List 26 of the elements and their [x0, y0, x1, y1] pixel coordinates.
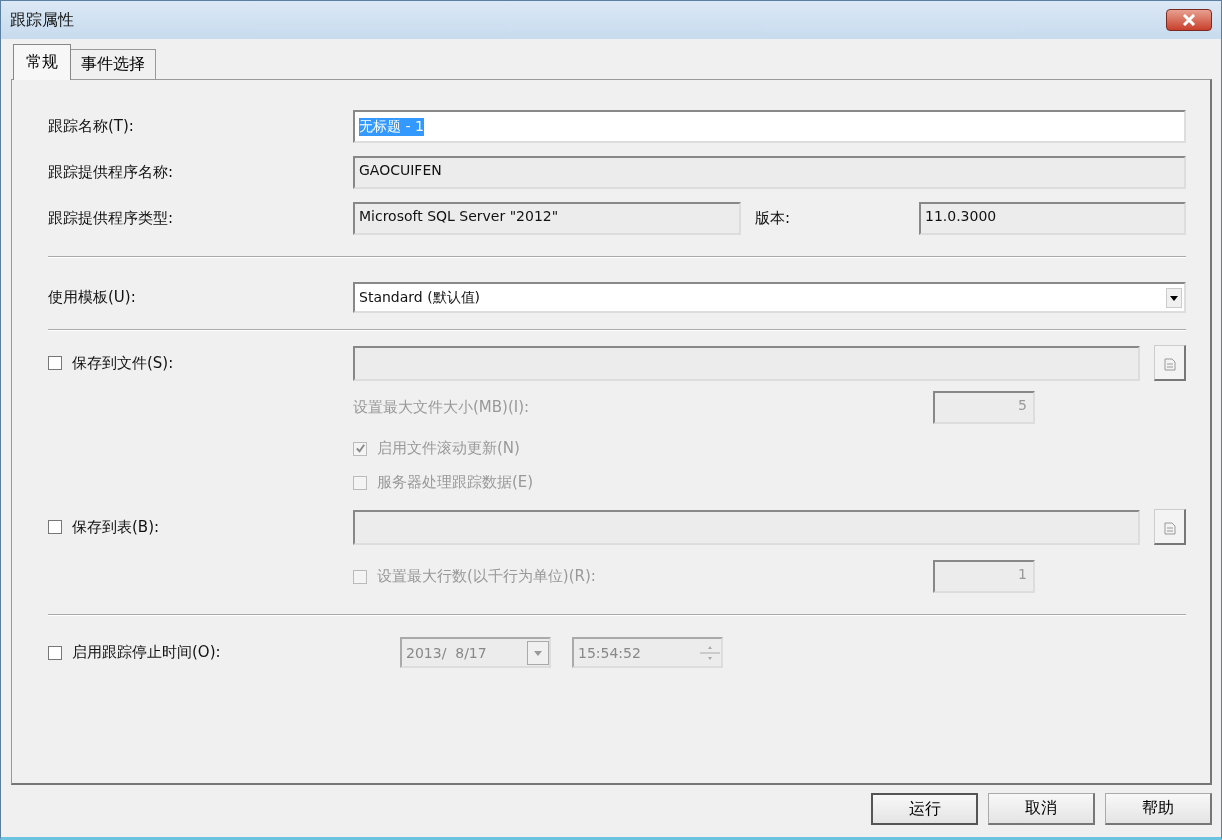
template-dropdown[interactable]: Standard (默认值) — [353, 282, 1186, 313]
field-label: 设置最大文件大小(MB)(I): — [353, 398, 531, 417]
checkbox[interactable]: 保存到文件(S): — [48, 353, 353, 373]
browse-button[interactable] — [1154, 345, 1186, 381]
field-label: 跟踪名称(T): — [48, 117, 135, 136]
checkbox[interactable]: 启用跟踪停止时间(O): — [48, 643, 400, 662]
tab[interactable]: 事件选择 — [70, 49, 156, 79]
close-button[interactable] — [1166, 9, 1212, 31]
browse-button[interactable] — [1154, 509, 1186, 545]
field-label: 版本: — [754, 209, 792, 228]
field-label: 使用模板(U): — [48, 288, 137, 307]
file-path-field[interactable] — [353, 345, 1140, 381]
checkbox[interactable]: 保存到表(B): — [48, 517, 353, 537]
provider-name-field[interactable]: GAOCUIFEN — [353, 156, 1186, 189]
checkmark-icon — [354, 443, 366, 454]
tab[interactable]: 常规 — [13, 44, 71, 80]
dialog-button[interactable]: 取消 — [988, 793, 1095, 825]
dialog-button[interactable]: 运行 — [871, 793, 978, 825]
provider-type-field[interactable]: Microsoft SQL Server "2012" — [353, 202, 741, 235]
close-icon — [1182, 14, 1196, 26]
table-field[interactable] — [353, 509, 1140, 545]
field-label: 跟踪提供程序类型: — [48, 209, 175, 228]
field-label: 跟踪提供程序名称: — [48, 163, 175, 182]
version-field[interactable]: 11.0.3000 — [919, 202, 1186, 235]
window-title: 跟踪属性 — [10, 9, 74, 31]
dialog-button[interactable]: 帮助 — [1105, 793, 1212, 825]
